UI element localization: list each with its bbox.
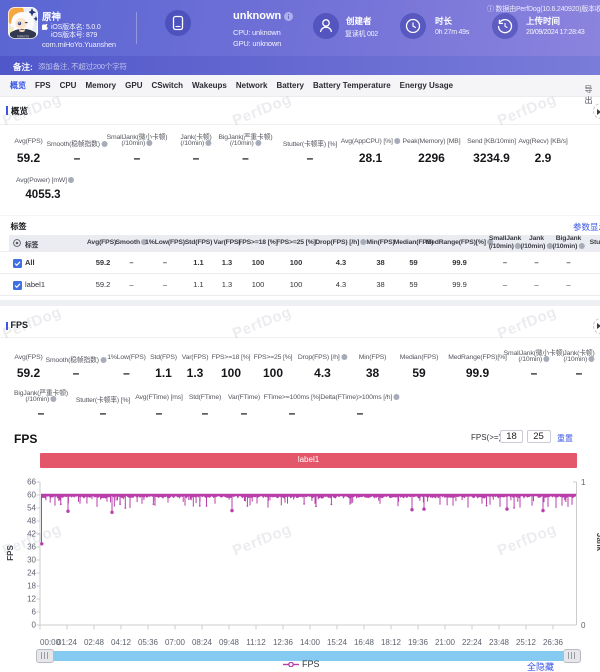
svg-text:12:36: 12:36 [273, 638, 294, 647]
svg-text:miHoYo: miHoYo [17, 35, 29, 39]
svg-text:60: 60 [27, 491, 36, 500]
svg-text:Jank: Jank [595, 533, 600, 552]
svg-text:12: 12 [27, 595, 36, 604]
svg-text:21:00: 21:00 [435, 638, 456, 647]
svg-text:02:48: 02:48 [84, 638, 105, 647]
svg-text:24: 24 [27, 569, 36, 578]
svg-text:04:12: 04:12 [111, 638, 132, 647]
svg-text:08:24: 08:24 [192, 638, 213, 647]
svg-text:09:48: 09:48 [219, 638, 240, 647]
svg-text:05:36: 05:36 [138, 638, 159, 647]
svg-text:1: 1 [581, 478, 586, 487]
svg-text:66: 66 [27, 478, 36, 487]
svg-text:01:24: 01:24 [57, 638, 78, 647]
svg-text:23:48: 23:48 [489, 638, 510, 647]
svg-text:0: 0 [32, 621, 37, 630]
svg-text:25:12: 25:12 [516, 638, 537, 647]
svg-text:18:12: 18:12 [381, 638, 402, 647]
svg-text:19:36: 19:36 [408, 638, 429, 647]
svg-text:48: 48 [27, 517, 36, 526]
svg-text:26:36: 26:36 [543, 638, 564, 647]
svg-text:54: 54 [27, 504, 36, 513]
svg-text:0: 0 [581, 621, 586, 630]
svg-text:18: 18 [27, 582, 36, 591]
svg-text:14:00: 14:00 [300, 638, 321, 647]
svg-text:11:12: 11:12 [246, 638, 266, 647]
svg-text:22:24: 22:24 [462, 638, 483, 647]
svg-text:6: 6 [32, 608, 37, 617]
svg-text:15:24: 15:24 [327, 638, 348, 647]
svg-text:07:00: 07:00 [165, 638, 186, 647]
svg-text:30: 30 [27, 556, 36, 565]
svg-text:16:48: 16:48 [354, 638, 375, 647]
